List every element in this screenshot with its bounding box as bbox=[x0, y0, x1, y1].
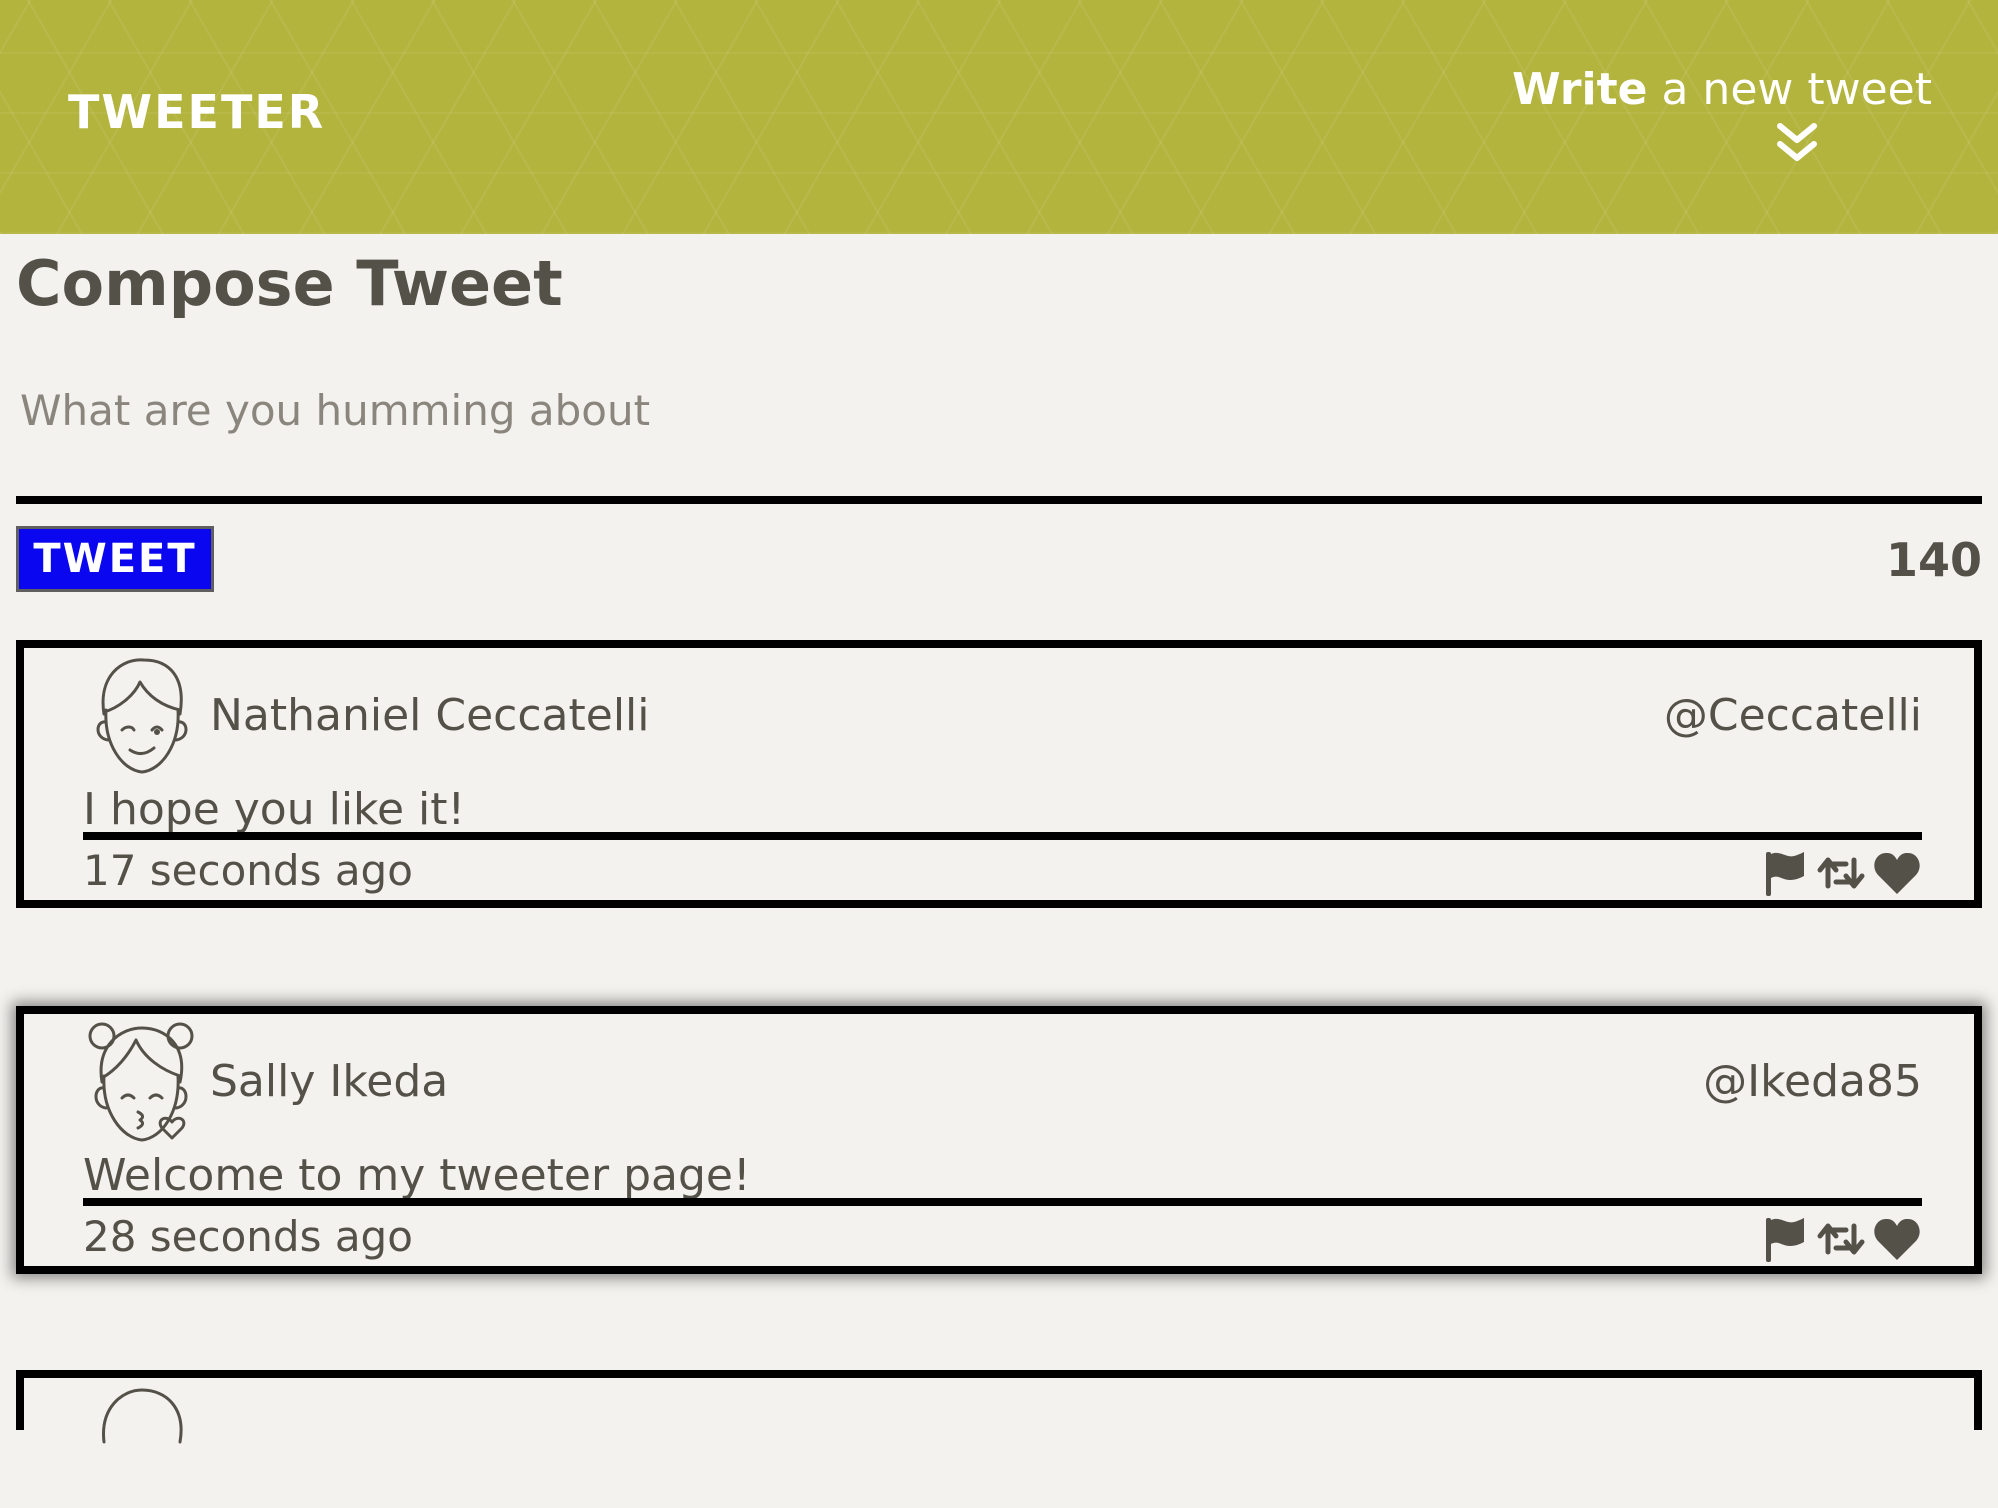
tweet-actions bbox=[1760, 848, 1922, 898]
flag-icon[interactable] bbox=[1760, 1214, 1810, 1264]
tweet-divider bbox=[83, 832, 1922, 840]
heart-icon[interactable] bbox=[1872, 1214, 1922, 1264]
retweet-icon[interactable] bbox=[1816, 1214, 1866, 1264]
write-label-rest: a new tweet bbox=[1647, 64, 1932, 115]
tweet-actions bbox=[1760, 1214, 1922, 1264]
tweet-input[interactable] bbox=[16, 380, 1982, 504]
girl-kissing-avatar-icon bbox=[88, 1022, 194, 1142]
tweet-card-partial bbox=[16, 1370, 1982, 1444]
tweet-author-name: Nathaniel Ceccatelli bbox=[210, 690, 650, 741]
write-label-strong: Write bbox=[1512, 64, 1648, 115]
tweet-divider bbox=[83, 1198, 1922, 1206]
character-counter: 140 bbox=[1885, 533, 1982, 587]
tweet-author-handle: @Ceccatelli bbox=[1663, 690, 1922, 741]
tweet-content: I hope you like it! bbox=[83, 784, 466, 835]
avatar-icon bbox=[102, 1388, 183, 1444]
write-new-tweet-toggle[interactable]: Write a new tweet bbox=[1512, 62, 1932, 172]
boy-winking-avatar-icon bbox=[96, 658, 188, 774]
nav-bar: TWEETER Write a new tweet bbox=[0, 0, 1998, 234]
tweet-timestamp: 28 seconds ago bbox=[83, 1212, 413, 1261]
tweet-button[interactable]: TWEET bbox=[16, 526, 214, 592]
write-new-tweet-label[interactable]: Write a new tweet bbox=[1512, 62, 1932, 118]
retweet-icon[interactable] bbox=[1816, 848, 1866, 898]
double-chevron-down-icon[interactable] bbox=[1772, 120, 1822, 168]
tweet-content: Welcome to my tweeter page! bbox=[83, 1150, 751, 1201]
tweet-card: Sally Ikeda @Ikeda85 Welcome to my tweet… bbox=[16, 1006, 1982, 1274]
flag-icon[interactable] bbox=[1760, 848, 1810, 898]
tweet-timestamp: 17 seconds ago bbox=[83, 846, 413, 895]
tweet-card: Nathaniel Ceccatelli @Ceccatelli I hope … bbox=[16, 640, 1982, 908]
brand-logo[interactable]: TWEETER bbox=[68, 86, 325, 138]
tweet-author-handle: @Ikeda85 bbox=[1703, 1056, 1922, 1107]
compose-title: Compose Tweet bbox=[16, 247, 563, 320]
heart-icon[interactable] bbox=[1872, 848, 1922, 898]
tweet-author-name: Sally Ikeda bbox=[210, 1056, 449, 1107]
